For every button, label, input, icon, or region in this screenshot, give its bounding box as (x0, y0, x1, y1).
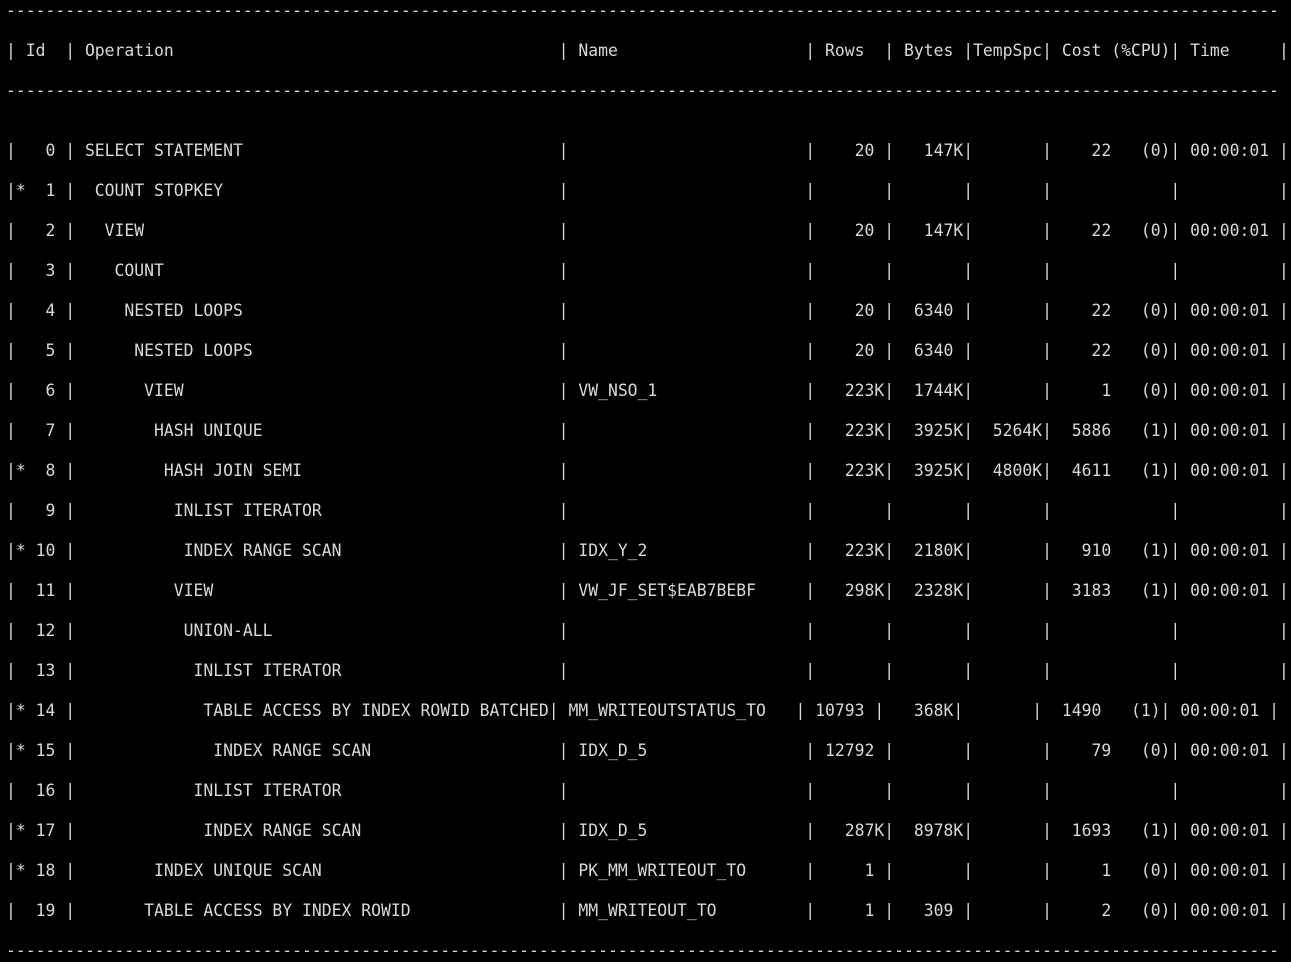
table-row: | 9 | INLIST ITERATOR | | | | | | | (6, 501, 1289, 520)
table-row: | 5 | NESTED LOOPS | | 20 | 6340 | | 22 … (6, 341, 1289, 360)
table-row: |* 14 | TABLE ACCESS BY INDEX ROWID BATC… (6, 701, 1279, 720)
table-row: | 12 | UNION-ALL | | | | | | | (6, 621, 1289, 640)
table-row: | 0 | SELECT STATEMENT | | 20 | 147K| | … (6, 141, 1289, 160)
table-row: | 13 | INLIST ITERATOR | | | | | | | (6, 661, 1289, 680)
separator-line: ----------------------------------------… (6, 81, 1279, 100)
execution-plan-output: ----------------------------------------… (6, 1, 1289, 962)
table-row: | 6 | VIEW | VW_NSO_1 | 223K| 1744K| | 1… (6, 381, 1289, 400)
terminal-window: ----------------------------------------… (0, 0, 1291, 960)
table-row: | 7 | HASH UNIQUE | | 223K| 3925K| 5264K… (6, 421, 1289, 440)
table-row: |* 10 | INDEX RANGE SCAN | IDX_Y_2 | 223… (6, 541, 1289, 560)
separator-line: ----------------------------------------… (6, 1, 1279, 20)
table-row: |* 17 | INDEX RANGE SCAN | IDX_D_5 | 287… (6, 821, 1289, 840)
table-row: | 19 | TABLE ACCESS BY INDEX ROWID | MM_… (6, 901, 1289, 920)
table-row: |* 1 | COUNT STOPKEY | | | | | | | (6, 181, 1289, 200)
table-row: | 11 | VIEW | VW_JF_SET$EAB7BEBF | 298K|… (6, 581, 1289, 600)
table-row: | 4 | NESTED LOOPS | | 20 | 6340 | | 22 … (6, 301, 1289, 320)
table-row: |* 8 | HASH JOIN SEMI | | 223K| 3925K| 4… (6, 461, 1289, 480)
separator-line: ----------------------------------------… (6, 941, 1279, 960)
table-row: |* 18 | INDEX UNIQUE SCAN | PK_MM_WRITEO… (6, 861, 1289, 880)
table-row: | 2 | VIEW | | 20 | 147K| | 22 (0)| 00:0… (6, 221, 1289, 240)
table-row: |* 15 | INDEX RANGE SCAN | IDX_D_5 | 127… (6, 741, 1289, 760)
table-row: | 3 | COUNT | | | | | | | (6, 261, 1289, 280)
table-header-row: | Id | Operation | Name | Rows | Bytes |… (6, 41, 1289, 60)
table-row: | 16 | INLIST ITERATOR | | | | | | | (6, 781, 1289, 800)
